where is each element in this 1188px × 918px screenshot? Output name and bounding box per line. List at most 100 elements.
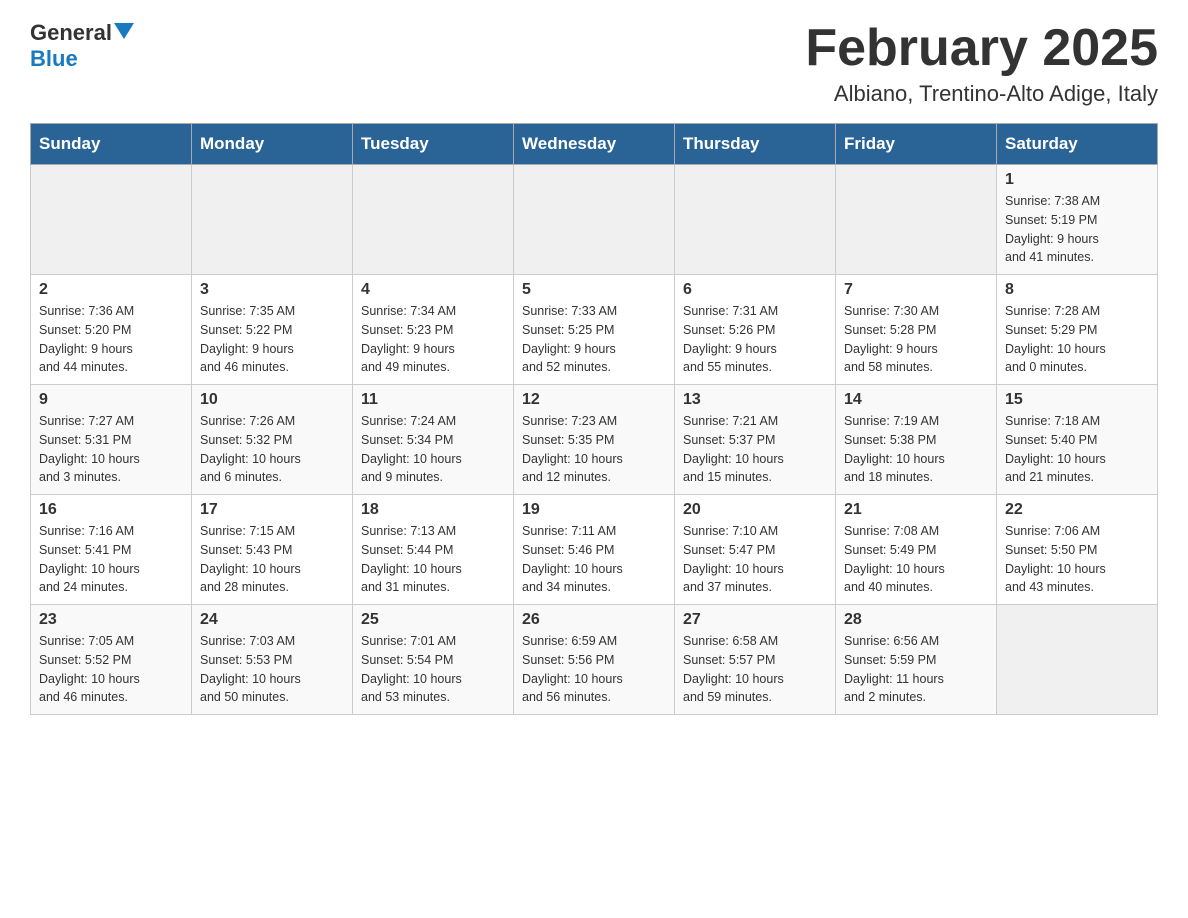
day-number: 8 xyxy=(1005,281,1149,299)
day-info: Sunrise: 7:06 AM Sunset: 5:50 PM Dayligh… xyxy=(1005,522,1149,597)
day-number: 24 xyxy=(200,611,344,629)
calendar-day-cell: 8 Sunrise: 7:28 AM Sunset: 5:29 PM Daylig… xyxy=(997,275,1158,385)
day-number: 27 xyxy=(683,611,827,629)
calendar-day-cell: 26 Sunrise: 6:59 AM Sunset: 5:56 PM Dayli… xyxy=(514,605,675,715)
calendar-day-cell: 25 Sunrise: 7:01 AM Sunset: 5:54 PM Dayli… xyxy=(353,605,514,715)
day-number: 28 xyxy=(844,611,988,629)
day-number: 20 xyxy=(683,501,827,519)
calendar-day-cell: 14Sunrise: 7:19 AM Sunset: 5:38 PM Dayli… xyxy=(836,385,997,495)
calendar-day-cell xyxy=(31,165,192,275)
day-info: Sunrise: 7:23 AM Sunset: 5:35 PM Dayligh… xyxy=(522,412,666,487)
day-number: 26 xyxy=(522,611,666,629)
calendar-day-cell: 21 Sunrise: 7:08 AM Sunset: 5:49 PM Dayli… xyxy=(836,495,997,605)
month-title: February 2025 xyxy=(805,20,1158,77)
calendar-day-cell xyxy=(836,165,997,275)
day-number: 12 xyxy=(522,391,666,409)
day-info: Sunrise: 6:58 AM Sunset: 5:57 PM Dayligh… xyxy=(683,632,827,707)
day-info: Sunrise: 7:05 AM Sunset: 5:52 PM Dayligh… xyxy=(39,632,183,707)
calendar-day-cell xyxy=(514,165,675,275)
calendar-day-cell: 22 Sunrise: 7:06 AM Sunset: 5:50 PM Dayli… xyxy=(997,495,1158,605)
day-number: 13 xyxy=(683,391,827,409)
day-number: 10 xyxy=(200,391,344,409)
day-info: Sunrise: 7:13 AM Sunset: 5:44 PM Dayligh… xyxy=(361,522,505,597)
calendar-day-cell: 23Sunrise: 7:05 AM Sunset: 5:52 PM Dayli… xyxy=(31,605,192,715)
day-number: 16 xyxy=(39,501,183,519)
calendar-day-cell: 13 Sunrise: 7:21 AM Sunset: 5:37 PM Dayli… xyxy=(675,385,836,495)
day-number: 22 xyxy=(1005,501,1149,519)
logo: General Blue xyxy=(30,20,134,72)
day-info: Sunrise: 7:31 AM Sunset: 5:26 PM Dayligh… xyxy=(683,302,827,377)
day-number: 21 xyxy=(844,501,988,519)
day-info: Sunrise: 7:30 AM Sunset: 5:28 PM Dayligh… xyxy=(844,302,988,377)
calendar-week-row: 2 Sunrise: 7:36 AM Sunset: 5:20 PM Daylig… xyxy=(31,275,1158,385)
col-wednesday: Wednesday xyxy=(514,124,675,165)
day-info: Sunrise: 7:26 AM Sunset: 5:32 PM Dayligh… xyxy=(200,412,344,487)
day-info: Sunrise: 7:01 AM Sunset: 5:54 PM Dayligh… xyxy=(361,632,505,707)
logo-blue: Blue xyxy=(30,46,78,71)
calendar-day-cell: 28 Sunrise: 6:56 AM Sunset: 5:59 PM Dayli… xyxy=(836,605,997,715)
day-info: Sunrise: 6:59 AM Sunset: 5:56 PM Dayligh… xyxy=(522,632,666,707)
day-info: Sunrise: 7:03 AM Sunset: 5:53 PM Dayligh… xyxy=(200,632,344,707)
calendar-day-cell: 5Sunrise: 7:33 AM Sunset: 5:25 PM Daylig… xyxy=(514,275,675,385)
calendar-day-cell xyxy=(675,165,836,275)
day-info: Sunrise: 7:28 AM Sunset: 5:29 PM Dayligh… xyxy=(1005,302,1149,377)
calendar-day-cell: 11 Sunrise: 7:24 AM Sunset: 5:34 PM Dayli… xyxy=(353,385,514,495)
day-info: Sunrise: 7:36 AM Sunset: 5:20 PM Dayligh… xyxy=(39,302,183,377)
day-info: Sunrise: 7:21 AM Sunset: 5:37 PM Dayligh… xyxy=(683,412,827,487)
calendar-day-cell xyxy=(353,165,514,275)
day-number: 18 xyxy=(361,501,505,519)
col-monday: Monday xyxy=(192,124,353,165)
logo-arrow-icon xyxy=(114,23,134,39)
title-block: February 2025 Albiano, Trentino-Alto Adi… xyxy=(805,20,1158,107)
col-friday: Friday xyxy=(836,124,997,165)
day-number: 2 xyxy=(39,281,183,299)
day-number: 14 xyxy=(844,391,988,409)
col-sunday: Sunday xyxy=(31,124,192,165)
calendar-day-cell: 16 Sunrise: 7:16 AM Sunset: 5:41 PM Dayli… xyxy=(31,495,192,605)
col-tuesday: Tuesday xyxy=(353,124,514,165)
day-number: 3 xyxy=(200,281,344,299)
calendar-header-row: Sunday Monday Tuesday Wednesday Thursday… xyxy=(31,124,1158,165)
day-number: 7 xyxy=(844,281,988,299)
day-info: Sunrise: 7:16 AM Sunset: 5:41 PM Dayligh… xyxy=(39,522,183,597)
day-number: 25 xyxy=(361,611,505,629)
calendar-day-cell xyxy=(192,165,353,275)
day-info: Sunrise: 7:15 AM Sunset: 5:43 PM Dayligh… xyxy=(200,522,344,597)
calendar-day-cell: 1 Sunrise: 7:38 AM Sunset: 5:19 PM Daylig… xyxy=(997,165,1158,275)
day-info: Sunrise: 6:56 AM Sunset: 5:59 PM Dayligh… xyxy=(844,632,988,707)
day-info: Sunrise: 7:27 AM Sunset: 5:31 PM Dayligh… xyxy=(39,412,183,487)
day-number: 1 xyxy=(1005,171,1149,189)
day-info: Sunrise: 7:38 AM Sunset: 5:19 PM Dayligh… xyxy=(1005,192,1149,267)
calendar-day-cell: 10 Sunrise: 7:26 AM Sunset: 5:32 PM Dayli… xyxy=(192,385,353,495)
page-header: General Blue February 2025 Albiano, Tren… xyxy=(30,20,1158,107)
calendar-day-cell: 20 Sunrise: 7:10 AM Sunset: 5:47 PM Dayli… xyxy=(675,495,836,605)
day-info: Sunrise: 7:08 AM Sunset: 5:49 PM Dayligh… xyxy=(844,522,988,597)
day-number: 15 xyxy=(1005,391,1149,409)
day-number: 11 xyxy=(361,391,505,409)
day-number: 5 xyxy=(522,281,666,299)
day-info: Sunrise: 7:18 AM Sunset: 5:40 PM Dayligh… xyxy=(1005,412,1149,487)
day-number: 17 xyxy=(200,501,344,519)
day-number: 6 xyxy=(683,281,827,299)
day-info: Sunrise: 7:24 AM Sunset: 5:34 PM Dayligh… xyxy=(361,412,505,487)
logo-general: General xyxy=(30,20,112,46)
day-info: Sunrise: 7:11 AM Sunset: 5:46 PM Dayligh… xyxy=(522,522,666,597)
location-subtitle: Albiano, Trentino-Alto Adige, Italy xyxy=(805,81,1158,107)
day-number: 9 xyxy=(39,391,183,409)
calendar-day-cell: 6 Sunrise: 7:31 AM Sunset: 5:26 PM Daylig… xyxy=(675,275,836,385)
calendar-day-cell: 27 Sunrise: 6:58 AM Sunset: 5:57 PM Dayli… xyxy=(675,605,836,715)
calendar-day-cell: 12 Sunrise: 7:23 AM Sunset: 5:35 PM Dayli… xyxy=(514,385,675,495)
day-number: 19 xyxy=(522,501,666,519)
col-saturday: Saturday xyxy=(997,124,1158,165)
day-number: 4 xyxy=(361,281,505,299)
day-info: Sunrise: 7:34 AM Sunset: 5:23 PM Dayligh… xyxy=(361,302,505,377)
calendar-day-cell xyxy=(997,605,1158,715)
calendar-week-row: 9 Sunrise: 7:27 AM Sunset: 5:31 PM Daylig… xyxy=(31,385,1158,495)
calendar-week-row: 1 Sunrise: 7:38 AM Sunset: 5:19 PM Daylig… xyxy=(31,165,1158,275)
day-info: Sunrise: 7:10 AM Sunset: 5:47 PM Dayligh… xyxy=(683,522,827,597)
calendar-day-cell: 15 Sunrise: 7:18 AM Sunset: 5:40 PM Dayli… xyxy=(997,385,1158,495)
calendar-day-cell: 7 Sunrise: 7:30 AM Sunset: 5:28 PM Daylig… xyxy=(836,275,997,385)
col-thursday: Thursday xyxy=(675,124,836,165)
calendar-week-row: 23Sunrise: 7:05 AM Sunset: 5:52 PM Dayli… xyxy=(31,605,1158,715)
calendar-day-cell: 24 Sunrise: 7:03 AM Sunset: 5:53 PM Dayli… xyxy=(192,605,353,715)
